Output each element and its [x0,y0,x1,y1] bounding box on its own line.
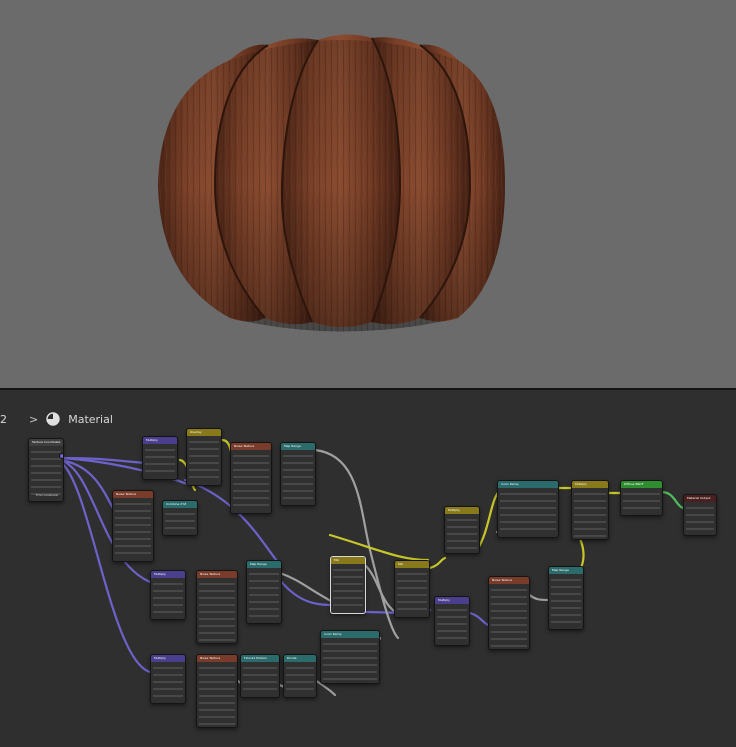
node-multiply-1[interactable]: Multiply [142,436,178,480]
socket-vector[interactable] [59,453,63,459]
node-mix-2[interactable]: Mix [394,560,430,618]
node-footer-label: From Instancer [36,493,59,497]
node-overlay[interactable]: Overlay [186,428,222,486]
node-multiply-5[interactable]: Multiply [434,596,470,646]
node-divide[interactable]: Divide [283,654,317,698]
node-noise-texture-1[interactable]: Noise Texture [230,442,272,514]
node-links [58,438,685,697]
pumpkin-mesh [158,34,505,332]
node-combine-xyz[interactable]: Combine XYZ [162,500,198,536]
node-noise-texture-5[interactable]: Noise Texture [196,654,238,728]
node-material-output[interactable]: Material Output [683,494,717,536]
node-color-ramp-1[interactable]: Color Ramp [497,480,559,538]
node-map-range-2[interactable]: Map Range [246,560,282,624]
node-noise-texture-3[interactable]: Noise Texture [196,570,238,644]
link-vector [58,458,116,512]
link-float [525,591,550,602]
link-vector [278,578,337,607]
link-color [428,556,447,570]
node-multiply-6[interactable]: Multiply [150,654,186,704]
node-multiply-3[interactable]: Multiply [571,480,609,540]
node-color-ramp-2[interactable]: Color Ramp [320,630,380,684]
node-map-range-3[interactable]: Map Range [548,566,584,630]
3d-viewport[interactable] [0,0,736,388]
node-noise-texture-4[interactable]: Noise Texture [488,576,530,650]
link-shader [659,490,685,510]
node-floored-modulo[interactable]: Floored Modulo [240,654,280,698]
node-map-range-1[interactable]: Map Range [280,442,316,506]
viewport-render [158,34,505,332]
node-multiply-4[interactable]: Multiply [150,570,186,620]
node-multiply-2[interactable]: Multiply [444,506,480,554]
shader-node-editor[interactable]: 2 > Material Texture Coordinate Multiply… [0,390,736,747]
node-diffuse-bsdf[interactable]: Diffuse BSDF [620,480,663,516]
node-noise-texture-2[interactable]: Noise Texture [112,490,154,562]
link-vector [468,611,490,627]
node-mix-1[interactable]: Mix [330,556,366,614]
